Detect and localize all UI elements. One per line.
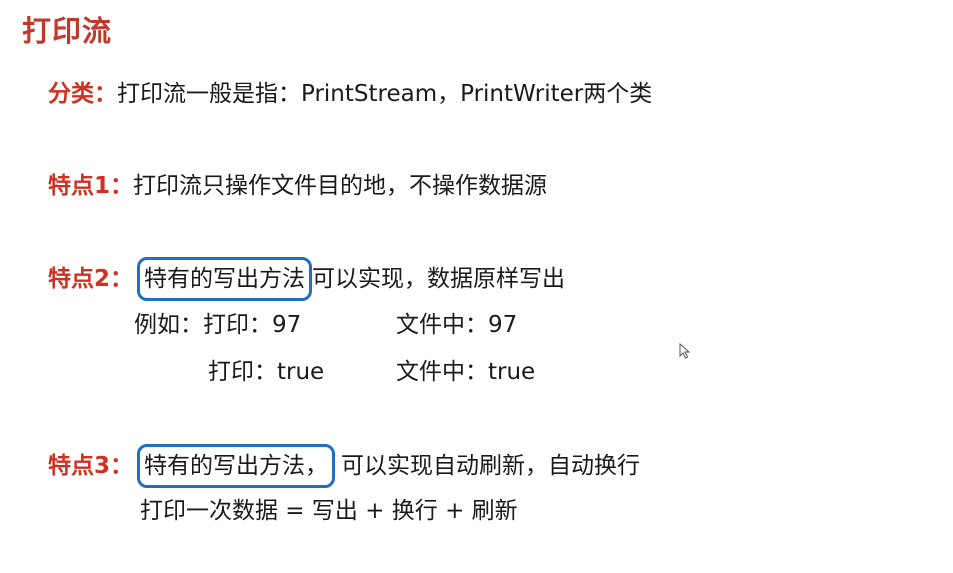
feature2-line: 特点2： 特有的写出方法 可以实现，数据原样写出 [48,257,565,301]
mouse-cursor-icon [679,343,691,359]
page-title: 打印流 [22,14,113,48]
feature2-example-row1: 例如：打印：97 [134,309,301,341]
example-prefix: 例如： [134,312,203,338]
feature1-text: 打印流只操作文件目的地，不操作数据源 [133,173,548,199]
feature1-label: 特点1： [48,173,134,199]
feature2-highlight-box: 特有的写出方法 [137,257,313,301]
feature3-label: 特点3： [48,453,134,479]
feature3-line: 特点3： 特有的写出方法， 可以实现自动刷新，自动换行 [48,444,640,488]
classification-label: 分类： [48,81,117,107]
example-row2-print: 打印：true [208,359,325,385]
example-row1-file: 文件中：97 [396,312,518,338]
classification-line: 分类：打印流一般是指：PrintStream，PrintWriter两个类 [48,78,652,110]
feature2-text: 可以实现，数据原样写出 [312,266,566,292]
feature3-highlight-box: 特有的写出方法， [137,444,336,488]
feature1-line: 特点1：打印流只操作文件目的地，不操作数据源 [48,170,547,202]
feature3-formula: 打印一次数据 = 写出 + 换行 + 刷新 [140,498,518,524]
example-row1-print: 打印：97 [203,312,302,338]
feature3-text: 可以实现自动刷新，自动换行 [341,453,641,479]
example-row2-file: 文件中：true [396,359,536,385]
classification-text: 打印流一般是指：PrintStream，PrintWriter两个类 [117,81,653,107]
feature2-label: 特点2： [48,266,134,292]
